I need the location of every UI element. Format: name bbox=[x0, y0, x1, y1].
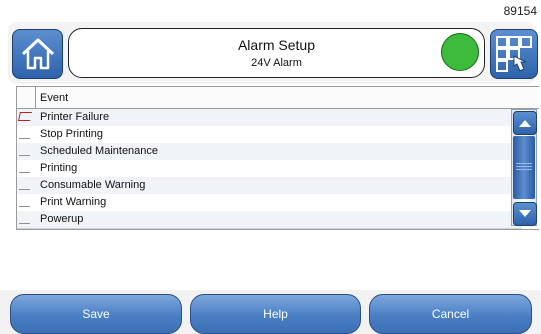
row-label: Powerup bbox=[40, 213, 84, 225]
home-button[interactable] bbox=[12, 29, 63, 79]
row-checkbox[interactable] bbox=[19, 216, 30, 224]
thumb-grip-line bbox=[516, 163, 532, 164]
page-subtitle: 24V Alarm bbox=[251, 57, 302, 69]
screen-id: 89154 bbox=[503, 4, 537, 18]
status-indicator bbox=[441, 33, 479, 71]
row-label: Printing bbox=[40, 162, 78, 174]
apps-menu-button[interactable] bbox=[490, 29, 538, 79]
row-checkbox[interactable] bbox=[19, 182, 30, 190]
row-checkbox[interactable] bbox=[19, 131, 30, 139]
home-icon bbox=[21, 38, 54, 70]
row-checkbox[interactable] bbox=[19, 148, 30, 156]
row-label: Print Warning bbox=[40, 196, 107, 208]
thumb-grip-line bbox=[516, 169, 532, 170]
table-scrollbar[interactable] bbox=[511, 109, 537, 226]
table-header: Event bbox=[17, 87, 539, 109]
table-row[interactable]: Printing bbox=[17, 160, 522, 178]
arrow-up-icon bbox=[519, 120, 531, 127]
title-panel: Alarm Setup 24V Alarm bbox=[68, 28, 485, 78]
table-row[interactable]: Stop Printing bbox=[17, 126, 522, 144]
grid-hand-icon bbox=[496, 36, 532, 72]
scroll-down-button[interactable] bbox=[513, 202, 537, 226]
scroll-thumb[interactable] bbox=[513, 136, 535, 199]
column-header-event: Event bbox=[40, 92, 69, 104]
cancel-button[interactable]: Cancel bbox=[369, 294, 532, 334]
row-checkbox[interactable] bbox=[19, 199, 30, 207]
row-label: Printer Failure bbox=[40, 111, 110, 123]
row-label: Stop Printing bbox=[40, 128, 103, 140]
table-row[interactable]: Printer Failure bbox=[17, 109, 522, 127]
table-row[interactable]: Consumable Warning bbox=[17, 177, 522, 195]
event-table: Event Printer Failure Stop Printing Schedu… bbox=[16, 86, 539, 230]
table-row[interactable]: Scheduled Maintenance bbox=[17, 143, 522, 161]
save-button[interactable]: Save bbox=[10, 294, 182, 334]
row-label: Scheduled Maintenance bbox=[40, 145, 159, 157]
row-checkbox[interactable] bbox=[19, 165, 30, 173]
help-button[interactable]: Help bbox=[190, 294, 361, 334]
thumb-grip-line bbox=[516, 166, 532, 167]
table-row[interactable]: Powerup bbox=[17, 211, 522, 229]
row-checkbox[interactable] bbox=[18, 112, 32, 121]
table-row[interactable]: Print Warning bbox=[17, 194, 522, 212]
page-title: Alarm Setup bbox=[237, 37, 316, 53]
scroll-up-button[interactable] bbox=[513, 111, 537, 135]
arrow-down-icon bbox=[519, 210, 531, 217]
row-label: Consumable Warning bbox=[40, 179, 146, 191]
select-column-header bbox=[17, 87, 36, 108]
